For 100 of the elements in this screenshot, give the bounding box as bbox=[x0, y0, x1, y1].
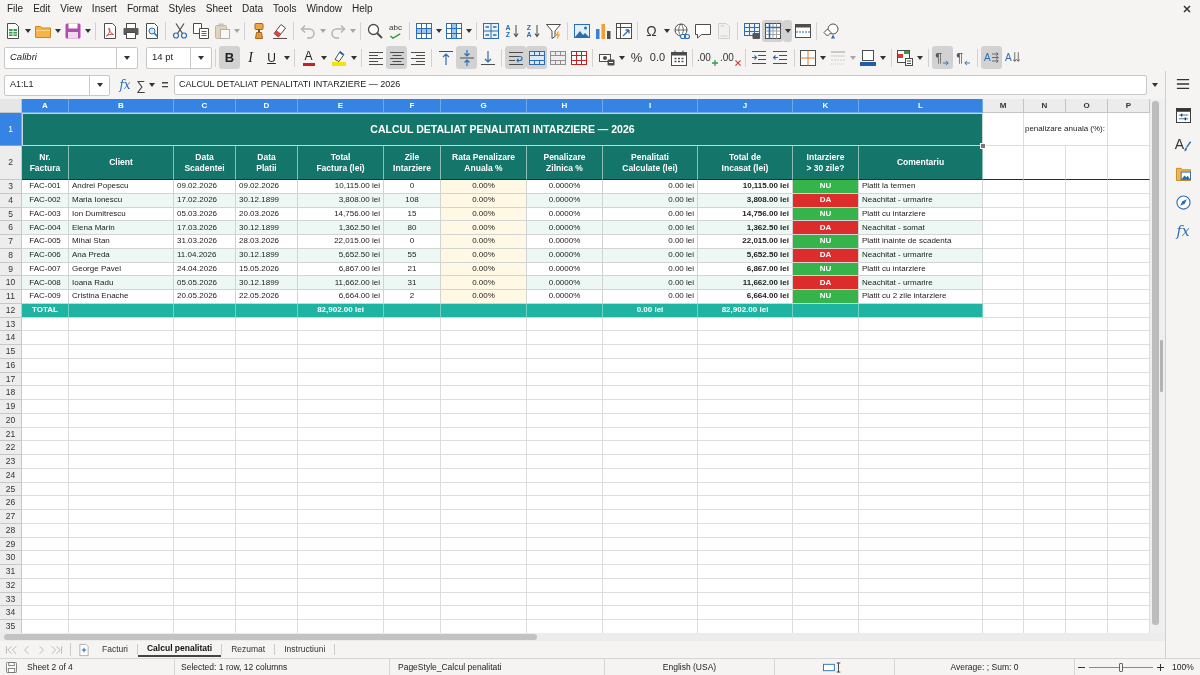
italic-button[interactable]: I bbox=[240, 46, 261, 69]
row-header[interactable]: 18 bbox=[0, 386, 22, 400]
hyperlink-button[interactable] bbox=[671, 20, 692, 42]
caret-icon bbox=[148, 83, 155, 87]
font-name-field[interactable]: Calibri bbox=[4, 46, 138, 69]
column-header[interactable]: N bbox=[1024, 99, 1066, 113]
zoom-in-button[interactable] bbox=[1156, 662, 1164, 672]
add-decimal-button[interactable]: .00 bbox=[696, 46, 719, 69]
row-header[interactable]: 22 bbox=[0, 441, 22, 455]
print-area-button[interactable] bbox=[741, 20, 762, 42]
column-header[interactable]: M bbox=[983, 99, 1024, 113]
menu-item[interactable]: Insert bbox=[86, 0, 122, 18]
column-header[interactable]: B bbox=[69, 99, 174, 113]
column-header[interactable]: I bbox=[603, 99, 698, 113]
slider-thumb[interactable] bbox=[1119, 662, 1123, 672]
column-header[interactable]: H bbox=[527, 99, 603, 113]
copy-button[interactable] bbox=[190, 20, 211, 42]
row-header[interactable]: 2 bbox=[0, 146, 22, 180]
menu-item[interactable]: Tools bbox=[268, 0, 302, 18]
column-header[interactable]: E bbox=[298, 99, 384, 113]
row-header[interactable]: 14 bbox=[0, 331, 22, 345]
column-header[interactable]: A bbox=[22, 99, 69, 113]
font-color-button[interactable]: A bbox=[298, 46, 319, 69]
percent-format-button[interactable]: % bbox=[626, 46, 647, 69]
menu-item[interactable]: Sheet bbox=[200, 0, 237, 18]
formula-button[interactable]: = bbox=[159, 75, 171, 95]
menu-item[interactable]: Help bbox=[347, 0, 378, 18]
bold-button[interactable]: B bbox=[219, 46, 240, 69]
draw-functions-button[interactable] bbox=[820, 20, 841, 42]
delete-decimal-button[interactable]: .00 bbox=[718, 46, 742, 69]
fill-handle[interactable] bbox=[980, 143, 986, 149]
align-center-button[interactable] bbox=[386, 46, 407, 69]
sum-button[interactable]: ∑ bbox=[134, 75, 148, 95]
column-header[interactable]: D bbox=[236, 99, 298, 113]
menu-item[interactable]: View bbox=[55, 0, 87, 18]
table-cell: 6,664.00 lei bbox=[698, 290, 793, 304]
row-header[interactable]: 3 bbox=[0, 180, 22, 194]
menu-item[interactable]: Format bbox=[121, 0, 164, 18]
special-character-button[interactable]: Ω bbox=[641, 20, 662, 42]
square-cross-icon bbox=[800, 49, 817, 66]
sheet-tab[interactable]: Rezumat bbox=[222, 642, 275, 657]
menu-item[interactable]: File bbox=[2, 0, 29, 18]
dropdown-button[interactable] bbox=[783, 20, 792, 42]
number-format-button[interactable]: 0.0 bbox=[647, 46, 668, 69]
table-cell: 22,015.00 lei bbox=[698, 235, 793, 249]
column-header[interactable]: L bbox=[859, 99, 983, 113]
sheet-tab[interactable]: Facturi bbox=[93, 642, 137, 657]
insert-column-button[interactable] bbox=[443, 20, 464, 42]
column-header[interactable]: F bbox=[384, 99, 441, 113]
wrap-text-button[interactable] bbox=[505, 46, 526, 69]
horizontal-scrollbar[interactable] bbox=[0, 633, 1165, 641]
row-header[interactable]: 34 bbox=[0, 606, 22, 620]
column-header[interactable]: P bbox=[1108, 99, 1150, 113]
underline-button[interactable]: U bbox=[261, 46, 282, 69]
row-header[interactable]: 23 bbox=[0, 455, 22, 469]
table-cell: NU bbox=[793, 235, 859, 249]
right-to-left-button[interactable]: ¶ bbox=[952, 46, 974, 69]
table-cell: 0.0000% bbox=[527, 235, 603, 249]
sort-button[interactable] bbox=[480, 20, 501, 42]
row-header[interactable]: 7 bbox=[0, 235, 22, 249]
sheet-tab[interactable]: Instructiuni bbox=[275, 642, 335, 657]
merge-center-button[interactable] bbox=[526, 46, 547, 69]
row-header[interactable]: 31 bbox=[0, 565, 22, 579]
function-wizard-button[interactable]: fx bbox=[116, 75, 134, 95]
styles-button[interactable]: A bbox=[1171, 132, 1195, 156]
text-left-to-right-button[interactable]: A bbox=[980, 46, 1002, 69]
row-header[interactable]: 15 bbox=[0, 345, 22, 359]
sheet-tab[interactable]: Calcul penalitati bbox=[138, 642, 222, 657]
column-header[interactable]: C bbox=[174, 99, 236, 113]
scrollbar-thumb[interactable] bbox=[4, 634, 537, 640]
scrollbar-thumb[interactable] bbox=[1152, 101, 1159, 625]
menu-item[interactable]: Window bbox=[301, 0, 347, 18]
row-header[interactable]: 30 bbox=[0, 551, 22, 565]
text-top-to-bottom-button[interactable]: A bbox=[1001, 46, 1023, 69]
row-header[interactable]: 35 bbox=[0, 620, 22, 633]
menu-item[interactable]: Data bbox=[236, 0, 269, 18]
menu-item[interactable]: Edit bbox=[28, 0, 56, 18]
pivot-table-button[interactable] bbox=[613, 20, 634, 42]
left-to-right-button[interactable]: ¶ bbox=[931, 46, 953, 69]
row-header[interactable]: 6 bbox=[0, 221, 22, 235]
sidebar-handle[interactable] bbox=[1160, 340, 1163, 392]
row-header[interactable]: 10 bbox=[0, 276, 22, 290]
functions-button[interactable]: fx bbox=[1171, 219, 1195, 243]
row-header[interactable]: 26 bbox=[0, 496, 22, 510]
column-header[interactable]: J bbox=[698, 99, 793, 113]
column-header[interactable]: O bbox=[1066, 99, 1108, 113]
formula-input[interactable]: CALCUL DETALIAT PENALITATI INTARZIERE — 2026 bbox=[174, 75, 1147, 95]
square-color-bar-icon bbox=[860, 49, 877, 66]
insert-row-button[interactable] bbox=[413, 20, 434, 42]
column-header[interactable]: G bbox=[441, 99, 527, 113]
name-box[interactable]: A1:L1 bbox=[4, 74, 110, 96]
freeze-panes-button[interactable] bbox=[762, 20, 783, 42]
font-size-field[interactable]: 14 pt bbox=[146, 46, 212, 69]
column-header[interactable]: K bbox=[793, 99, 859, 113]
row-header[interactable]: 19 bbox=[0, 400, 22, 414]
menu-item[interactable]: Styles bbox=[163, 0, 201, 18]
row-header[interactable]: 27 bbox=[0, 510, 22, 524]
spelling-button[interactable]: abc bbox=[385, 20, 406, 42]
row-header[interactable]: 1 bbox=[0, 113, 22, 146]
row-header[interactable]: 11 bbox=[0, 290, 22, 304]
